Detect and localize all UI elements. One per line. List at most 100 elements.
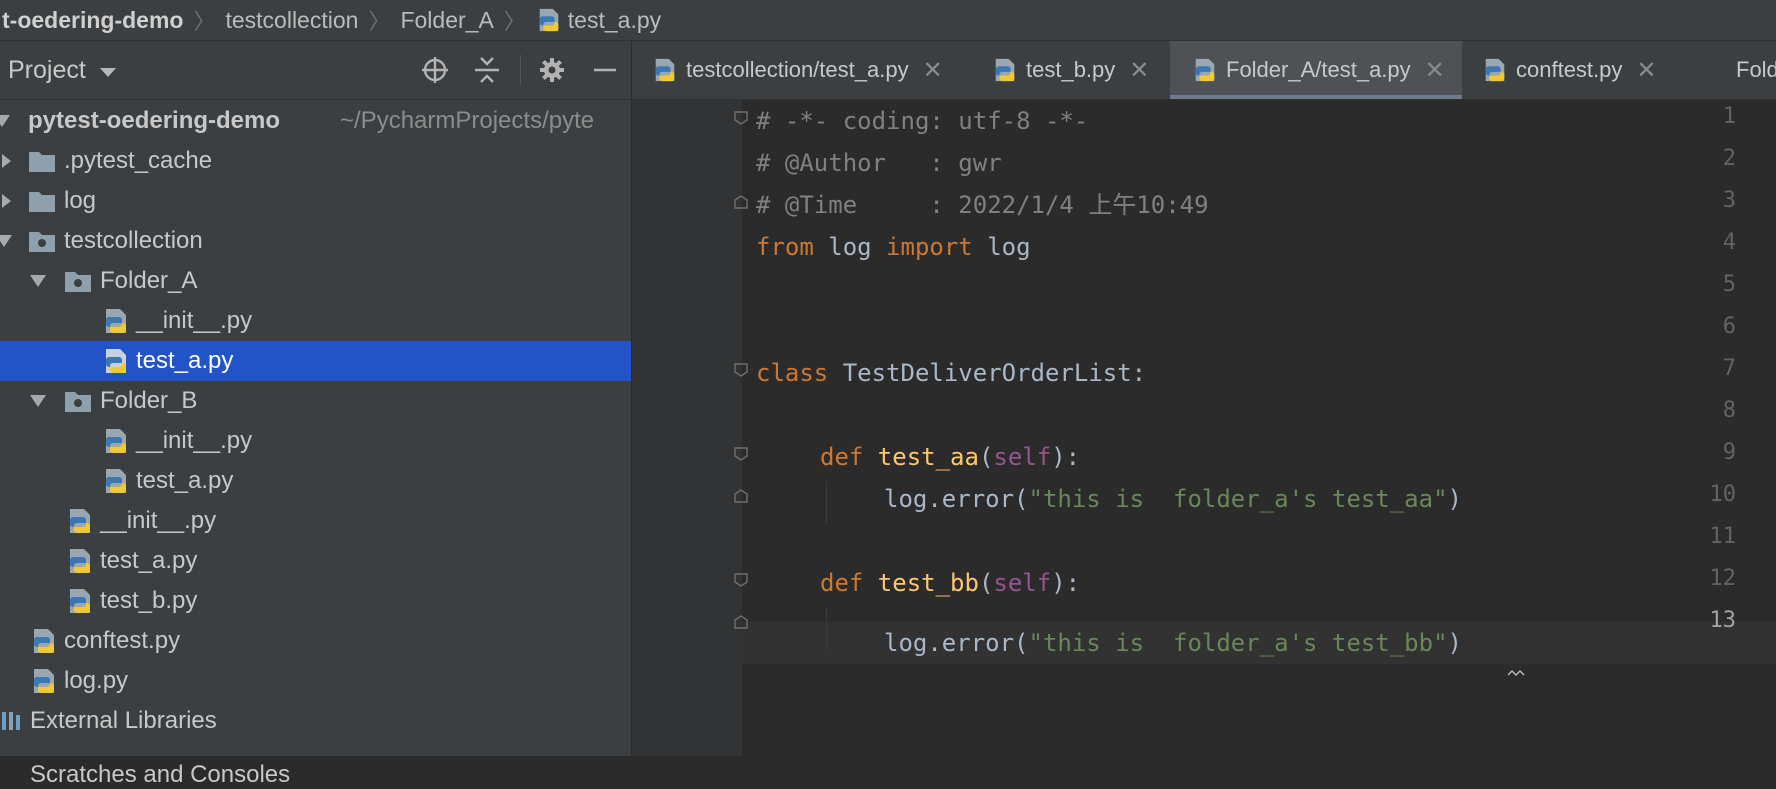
tree-item-testcollection[interactable]: testcollection [0, 221, 631, 261]
expand-arrow-icon[interactable] [30, 395, 46, 407]
line-number-gutter[interactable] [632, 100, 742, 756]
breadcrumb-separator-icon: 〉 [368, 9, 391, 34]
tab-label: testcollection/test_a.py [686, 57, 909, 82]
tree-item-label: Folder_A [100, 267, 198, 294]
tab-folder-a-test-a[interactable]: Folder_A/test_a.py ✕ [1170, 41, 1462, 99]
python-file-icon [1195, 58, 1215, 82]
python-file-icon [70, 589, 90, 613]
expand-arrow-icon[interactable] [0, 115, 10, 127]
breadcrumb-item-file-label: test_a.py [567, 6, 662, 33]
code-line-1[interactable]: # -*- coding: utf-8 -*- [756, 100, 1088, 142]
fold-close-icon[interactable] [734, 489, 748, 503]
minimize-icon[interactable] [588, 53, 622, 87]
code-line-12[interactable]: def test_bb(self): [820, 562, 1080, 604]
tree-item-folder-b-init[interactable]: __init__.py [0, 421, 631, 461]
tree-item-testcollection-test-b[interactable]: test_b.py [0, 581, 631, 621]
tree-item-label: External Libraries [30, 707, 217, 734]
code-line-10[interactable]: log.error("this is folder_a's test_aa") [884, 478, 1462, 520]
tab-test-b[interactable]: test_b.py ✕ [970, 41, 1170, 99]
tree-item-pytest-cache[interactable]: .pytest_cache [0, 141, 631, 181]
fold-close-icon[interactable] [734, 615, 748, 629]
gear-icon[interactable] [535, 53, 569, 87]
line-number: 10 [1709, 482, 1737, 507]
tree-item-folder-a-init[interactable]: __init__.py [0, 301, 631, 341]
tree-item-label: testcollection [64, 227, 203, 254]
project-view-selector[interactable]: Project [8, 56, 86, 85]
code-token-self: self [993, 569, 1052, 597]
indent-guide [826, 608, 827, 650]
collapse-all-icon[interactable] [470, 53, 504, 87]
close-icon[interactable]: ✕ [1636, 56, 1656, 85]
close-icon[interactable]: ✕ [1425, 56, 1445, 85]
line-number: 2 [1722, 146, 1736, 171]
code-line-9[interactable]: def test_aa(self): [820, 436, 1080, 478]
python-file-icon [106, 309, 126, 333]
close-icon[interactable]: ✕ [1129, 56, 1149, 85]
collapsed-arrow-icon[interactable] [2, 194, 11, 208]
package-folder-icon [29, 232, 55, 252]
tree-item-label: .pytest_cache [64, 147, 213, 174]
editor-tab-bar: testcollection/test_a.py ✕ test_b.py ✕ F… [632, 41, 1776, 100]
tree-root-path: ~/PycharmProjects/pyte [340, 107, 595, 134]
tree-item-folder-b-test-a[interactable]: test_a.py [0, 461, 631, 501]
code-line-7[interactable]: class TestDeliverOrderList: [756, 352, 1146, 394]
tree-item-folder-b[interactable]: Folder_B [0, 381, 631, 421]
project-panel-header: Project [0, 41, 631, 100]
tree-item-external-libraries[interactable]: External Libraries [0, 701, 631, 741]
code-line-4[interactable]: from log import log [756, 226, 1031, 268]
code-line-13[interactable]: log.error("this is folder_a's test_bb") [884, 622, 1462, 664]
tree-item-testcollection-test-a[interactable]: test_a.py [0, 541, 631, 581]
breadcrumb-item-testcollection[interactable]: testcollection [215, 7, 368, 34]
tree-item-log[interactable]: log [0, 181, 631, 221]
code-token-class-name: TestDeliverOrderList: [828, 359, 1147, 387]
line-number: 6 [1722, 314, 1736, 339]
tree-item-label: log [64, 187, 97, 214]
fold-open-icon[interactable] [734, 363, 748, 377]
collapsed-arrow-icon[interactable] [2, 154, 11, 168]
tree-item-label: Scratches and Consoles [30, 761, 291, 788]
locate-icon[interactable] [418, 53, 452, 87]
line-number: 11 [1709, 524, 1737, 549]
breadcrumb-separator-icon: 〉 [503, 9, 526, 34]
expand-arrow-icon[interactable] [30, 275, 46, 287]
fold-close-icon[interactable] [734, 195, 748, 209]
line-number: 3 [1722, 188, 1736, 213]
line-number: 5 [1722, 272, 1736, 297]
fold-open-icon[interactable] [734, 111, 748, 125]
code-line-2[interactable]: # @Author : gwr [756, 142, 1002, 184]
tree-item-testcollection-init[interactable]: __init__.py [0, 501, 631, 541]
breadcrumb-item-project[interactable]: t-oedering-demo [0, 7, 193, 34]
fold-open-icon[interactable] [734, 447, 748, 461]
close-icon[interactable]: ✕ [923, 56, 943, 85]
tree-item-log-py[interactable]: log.py [0, 661, 631, 701]
tree-item-folder-a-test-a[interactable]: test_a.py [0, 341, 631, 381]
tree-item-label: Folder_B [100, 387, 198, 414]
tree-item-root[interactable]: pytest-oedering-demo ~/PycharmProjects/p… [0, 101, 631, 141]
code-token-function: test_bb [863, 569, 979, 597]
tab-folder-overflow[interactable]: Folde [1680, 41, 1776, 99]
code-token: ): [1051, 569, 1081, 597]
line-number: 7 [1722, 356, 1736, 381]
expand-arrow-icon[interactable] [0, 235, 12, 247]
tree-root-name: pytest-oedering-demo [28, 107, 281, 134]
python-file-icon [655, 58, 675, 82]
python-file-icon [70, 549, 90, 573]
python-file-icon [70, 509, 90, 533]
tree-item-scratches[interactable]: Scratches and Consoles [0, 741, 631, 788]
line-number: 9 [1722, 440, 1736, 465]
chevron-down-icon[interactable] [99, 67, 116, 77]
tree-item-folder-a[interactable]: Folder_A [0, 261, 631, 301]
fold-open-icon[interactable] [734, 573, 748, 587]
code-line-3[interactable]: # @Time : 2022/1/4 上午10:49 [756, 184, 1209, 226]
tab-testcollection-test-a[interactable]: testcollection/test_a.py ✕ [632, 41, 970, 99]
python-file-icon [106, 469, 126, 493]
tab-conftest[interactable]: conftest.py ✕ [1462, 41, 1680, 99]
python-file-icon [34, 669, 54, 693]
code-token-keyword: import [886, 233, 973, 261]
breadcrumb-item-file[interactable]: test_a.py [526, 7, 671, 34]
breadcrumb-item-folder-a[interactable]: Folder_A [390, 7, 503, 34]
python-file-icon [995, 58, 1015, 82]
tree-item-conftest[interactable]: conftest.py [0, 621, 631, 661]
tree-item-label: test_b.py [100, 587, 198, 614]
code-token-keyword: def [820, 569, 864, 597]
